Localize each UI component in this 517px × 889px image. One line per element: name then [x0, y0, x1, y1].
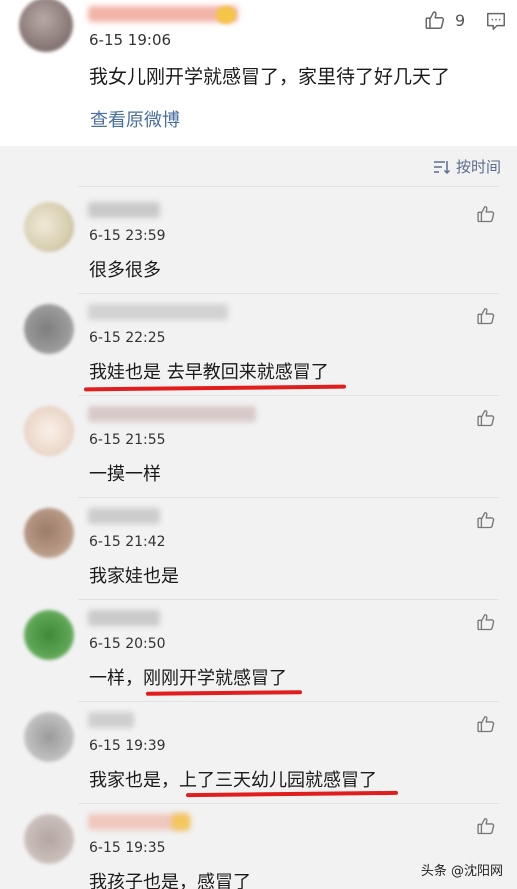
comment-like-button[interactable] — [476, 714, 496, 734]
red-underline-annotation — [185, 790, 399, 798]
thumbs-up-icon — [425, 11, 445, 29]
comment-text: 一摸一样 — [89, 464, 161, 485]
avatar[interactable] — [19, 0, 73, 52]
avatar[interactable] — [24, 508, 74, 558]
comment-like-button[interactable] — [476, 204, 496, 224]
comment-text: 我孩子也是，感冒了 — [89, 872, 251, 889]
username-blurred[interactable] — [88, 304, 228, 320]
thumbs-up-icon — [477, 410, 495, 427]
post-like-button[interactable]: 9 — [424, 9, 465, 31]
comment-time: 6-15 21:42 — [89, 534, 166, 550]
post-time: 6-15 19:06 — [89, 31, 172, 49]
comment-item: 6-15 23:59 很多很多 — [0, 192, 517, 294]
thumbs-up-icon — [477, 308, 495, 325]
comment-time: 6-15 19:39 — [89, 738, 166, 754]
comment-item: 6-15 21:42 我家娃也是 — [0, 498, 517, 600]
username-blurred[interactable] — [88, 202, 160, 218]
post-like-count: 9 — [455, 10, 466, 30]
comment-item: 6-15 22:25 我娃也是 去早教回来就感冒了 — [0, 294, 517, 396]
main-post: 6-15 19:06 我女儿刚开学就感冒了，家里待了好几天了 查看原微博 9 — [0, 0, 517, 146]
avatar[interactable] — [24, 712, 74, 762]
comment-time: 6-15 21:55 — [89, 432, 166, 448]
sort-icon — [433, 160, 451, 174]
avatar[interactable] — [24, 814, 74, 864]
avatar[interactable] — [24, 610, 74, 660]
comment-like-button[interactable] — [476, 306, 496, 326]
post-text: 我女儿刚开学就感冒了，家里待了好几天了 — [89, 66, 451, 88]
watermark: 头条 @沈阳网 — [420, 864, 503, 879]
comment-text: 我娃也是 去早教回来就感冒了 — [89, 362, 329, 383]
username-blurred[interactable] — [88, 406, 256, 422]
comment-text: 很多很多 — [89, 260, 161, 281]
comments-area: 按时间 6-15 23:59 很多很多 6-15 22:25 我娃也是 去早教回… — [0, 146, 517, 889]
comment-text: 我家也是，上了三天幼儿园就感冒了 — [89, 770, 377, 791]
sort-by-time-button[interactable]: 按时间 — [433, 156, 501, 177]
comment-like-button[interactable] — [476, 408, 496, 428]
comment-button[interactable] — [485, 10, 507, 36]
comment-text: 我家娃也是 — [89, 566, 179, 587]
thumbs-up-icon — [477, 716, 495, 733]
comment-item: 6-15 20:50 一样，刚刚开学就感冒了 — [0, 600, 517, 702]
divider — [78, 186, 499, 187]
thumbs-up-icon — [477, 818, 495, 835]
vip-badge-icon — [172, 814, 190, 830]
vip-badge-icon — [216, 6, 236, 24]
comment-like-button[interactable] — [476, 612, 496, 632]
comment-time: 6-15 19:35 — [89, 840, 166, 856]
comment-time: 6-15 23:59 — [89, 228, 166, 244]
comment-item: 6-15 21:55 一摸一样 — [0, 396, 517, 498]
red-underline-annotation — [145, 690, 303, 696]
avatar[interactable] — [24, 202, 74, 252]
comment-like-button[interactable] — [476, 816, 496, 836]
sort-label: 按时间 — [455, 158, 501, 176]
view-original-link[interactable]: 查看原微博 — [90, 106, 180, 132]
avatar[interactable] — [24, 406, 74, 456]
username-blurred[interactable] — [88, 610, 160, 626]
username-blurred[interactable] — [88, 712, 134, 728]
comment-time: 6-15 22:25 — [89, 330, 166, 346]
thumbs-up-icon — [477, 206, 495, 223]
comment-text: 一样，刚刚开学就感冒了 — [89, 668, 287, 689]
comment-item: 6-15 19:39 我家也是，上了三天幼儿园就感冒了 — [0, 702, 517, 804]
comment-like-button[interactable] — [476, 510, 496, 530]
thumbs-up-icon — [477, 614, 495, 631]
red-underline-annotation — [83, 384, 347, 392]
username-blurred[interactable] — [88, 508, 160, 524]
avatar[interactable] — [24, 304, 74, 354]
comment-icon — [487, 12, 505, 30]
comment-time: 6-15 20:50 — [89, 636, 166, 652]
thumbs-up-icon — [477, 512, 495, 529]
